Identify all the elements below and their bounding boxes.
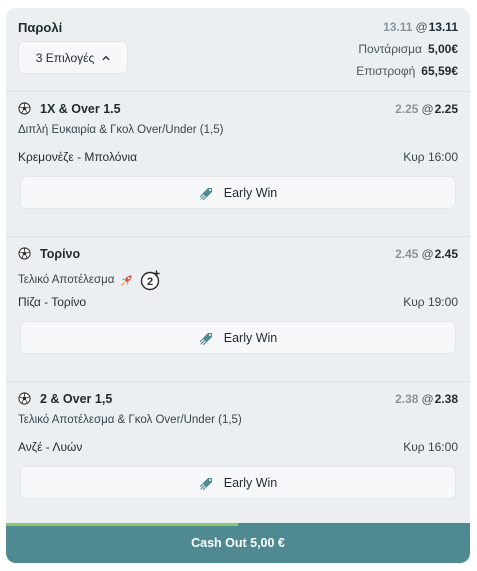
selection-time: Κυρ 16:00 [403,150,458,164]
selection-market: 1X & Over 1.5 [40,102,121,116]
cash-out-button[interactable]: Cash Out 5,00 € [6,523,470,563]
selection-event: Ανζέ - Λυών [18,440,83,454]
selection-subtitle: Διπλή Ευκαιρία & Γκολ Over/Under (1,5) [18,124,224,136]
stake-row: Ποντάρισμα 5,00€ [358,42,458,56]
stake-value: 5,00€ [427,42,458,56]
selections-toggle-label: 3 Επιλογές [35,50,95,65]
cash-out-progress [6,523,238,526]
selection-time: Κυρ 16:00 [403,440,458,454]
return-value: 65,59€ [421,64,458,78]
rocket-icon [121,274,132,286]
early-win-icon [199,332,212,345]
selection-subtitle: Τελικό Αποτέλεσμα 2 [18,269,161,291]
stake-label: Ποντάρισμα [358,42,422,56]
selection-time: Κυρ 19:00 [403,295,458,309]
selection-odds: 2.45 @2.45 [395,247,458,261]
return-row: Επιστροφή 65,59€ [356,64,458,78]
selection-market: Τορίνο [40,247,81,261]
early-win-button[interactable]: Early Win [20,176,456,209]
boost-badge-value: 2 [147,276,153,288]
early-win-button[interactable]: Early Win [20,321,456,354]
selection-event: Κρεμονέζε - Μπολόνια [18,150,138,164]
selections-toggle-button[interactable]: 3 Επιλογές [18,41,128,74]
return-label: Επιστροφή [356,64,416,78]
total-odds: 13.11 @13.11 [383,20,458,34]
soccer-ball-icon [18,102,31,115]
boost-badge-icon: 2 [141,270,161,291]
early-win-button[interactable]: Early Win [20,466,456,499]
early-win-icon [199,477,212,490]
slip-header: Παρολί 3 Επιλογές 13.11 @13.11 Ποντάρισμα… [6,8,470,92]
bet-slip: Παρολί 3 Επιλογές 13.11 @13.11 Ποντάρισμα… [6,8,470,563]
slip-title: Παρολί [18,20,63,35]
soccer-ball-icon [18,247,31,260]
selection-card: Τορίνο 2.45 @2.45 Τελικό Αποτέλεσμα 2 Πίζ… [6,237,470,382]
total-odds-old: 13.11 [383,20,413,34]
selection-event: Πίζα - Τορίνο [18,295,87,309]
selection-subtitle: Τελικό Αποτέλεσμα & Γκολ Over/Under (1,5… [18,414,242,426]
selection-market: 2 & Over 1,5 [40,392,113,406]
selection-card: 1X & Over 1.5 2.25 @2.25 Διπλή Ευκαιρία &… [6,92,470,237]
chevron-up-icon [102,55,110,60]
cash-out-label: Cash Out 5,00 € [191,536,285,550]
soccer-ball-icon [18,392,31,405]
selection-card: 2 & Over 1,5 2.38 @2.38 Τελικό Αποτέλεσμα… [6,382,470,526]
selection-odds: 2.38 @2.38 [395,392,458,406]
early-win-label: Early Win [223,330,278,345]
early-win-icon [199,187,212,200]
early-win-label: Early Win [223,185,278,200]
total-odds-new: 13.11 [428,20,458,34]
early-win-label: Early Win [223,475,278,490]
selection-odds: 2.25 @2.25 [395,102,458,116]
